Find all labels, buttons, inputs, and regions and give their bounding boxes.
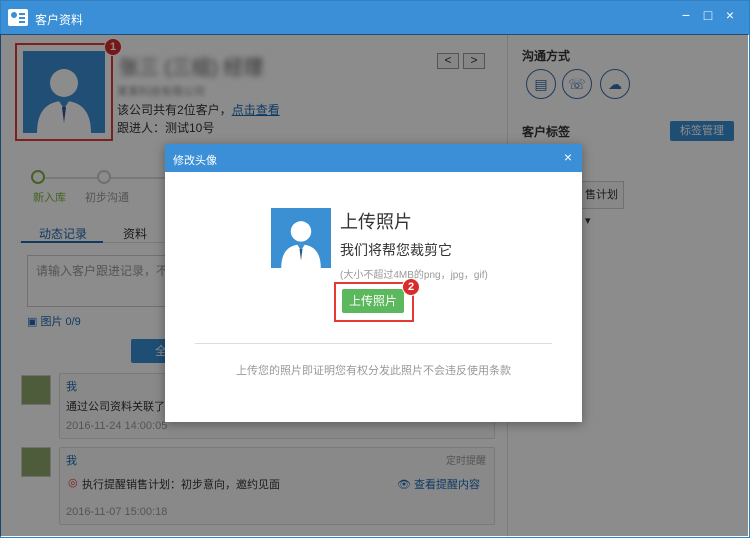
maximize-button[interactable]: □ (699, 6, 717, 24)
contact-card-icon (8, 9, 28, 26)
dialog-divider (195, 343, 552, 344)
title-bar: 客户资料 − □ × (1, 1, 749, 35)
default-avatar (271, 208, 331, 268)
upload-photo-button[interactable]: 上传照片 (342, 289, 404, 313)
upload-subheading: 我们将帮您裁剪它 (340, 242, 452, 258)
dialog-header: 修改头像 × (165, 144, 582, 172)
terms-note: 上传您的照片即证明您有权分发此照片不会违反使用条款 (236, 365, 511, 377)
dialog-close-icon[interactable]: × (564, 149, 572, 165)
minimize-button[interactable]: − (677, 6, 695, 24)
upload-heading: 上传照片 (340, 212, 412, 232)
window-title: 客户资料 (35, 13, 84, 27)
edit-avatar-dialog: 修改头像 × 上传照片 我们将帮您裁剪它 (大小不超过4MB的png，jpg，g… (165, 144, 582, 422)
close-button[interactable]: × (721, 6, 739, 24)
callout-badge-2: 2 (402, 278, 420, 296)
dialog-title: 修改头像 (173, 155, 217, 167)
